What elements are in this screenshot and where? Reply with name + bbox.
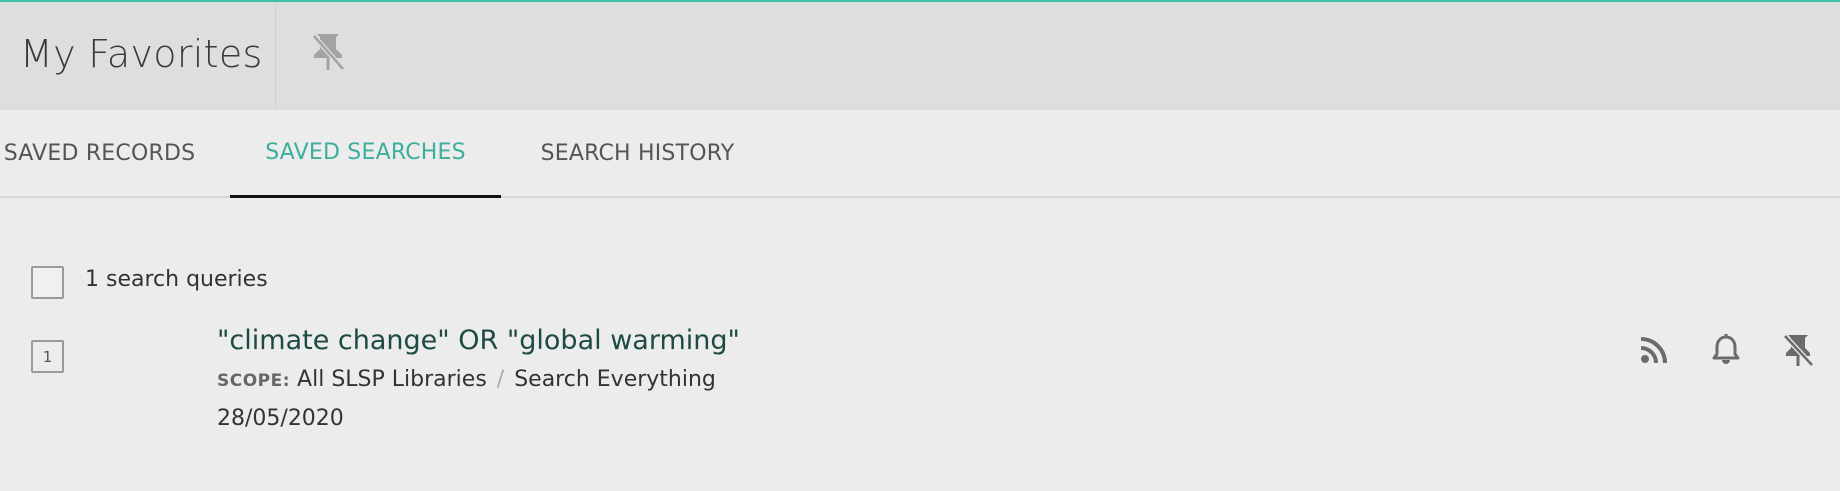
select-all-checkbox[interactable] bbox=[31, 266, 64, 299]
rss-icon[interactable] bbox=[1636, 332, 1672, 368]
saved-date: 28/05/2020 bbox=[217, 406, 344, 431]
row-index-badge: 1 bbox=[31, 340, 64, 373]
page-title: My Favorites bbox=[20, 32, 263, 76]
tab-saved-records[interactable]: SAVED RECORDS bbox=[0, 110, 199, 196]
tab-bar: SAVED RECORDS SAVED SEARCHES SEARCH HIST… bbox=[0, 110, 1840, 198]
tab-saved-searches[interactable]: SAVED SEARCHES bbox=[230, 110, 501, 198]
page-header: My Favorites bbox=[0, 2, 1840, 110]
bell-icon[interactable] bbox=[1708, 332, 1744, 368]
scope-line: SCOPE: All SLSP Libraries / Search Everyth… bbox=[217, 367, 716, 392]
scope-label: SCOPE: bbox=[217, 371, 291, 391]
unpin-icon[interactable] bbox=[310, 32, 346, 72]
scope-tab-value: Search Everything bbox=[514, 367, 716, 392]
tab-search-history[interactable]: SEARCH HISTORY bbox=[530, 110, 745, 196]
saved-query-link[interactable]: "climate change" OR "global warming" bbox=[217, 325, 740, 356]
header-divider bbox=[275, 2, 276, 110]
unpin-icon[interactable] bbox=[1780, 332, 1816, 368]
scope-value: All SLSP Libraries bbox=[297, 367, 487, 392]
query-count-label: 1 search queries bbox=[85, 267, 268, 292]
scope-separator: / bbox=[496, 367, 505, 392]
